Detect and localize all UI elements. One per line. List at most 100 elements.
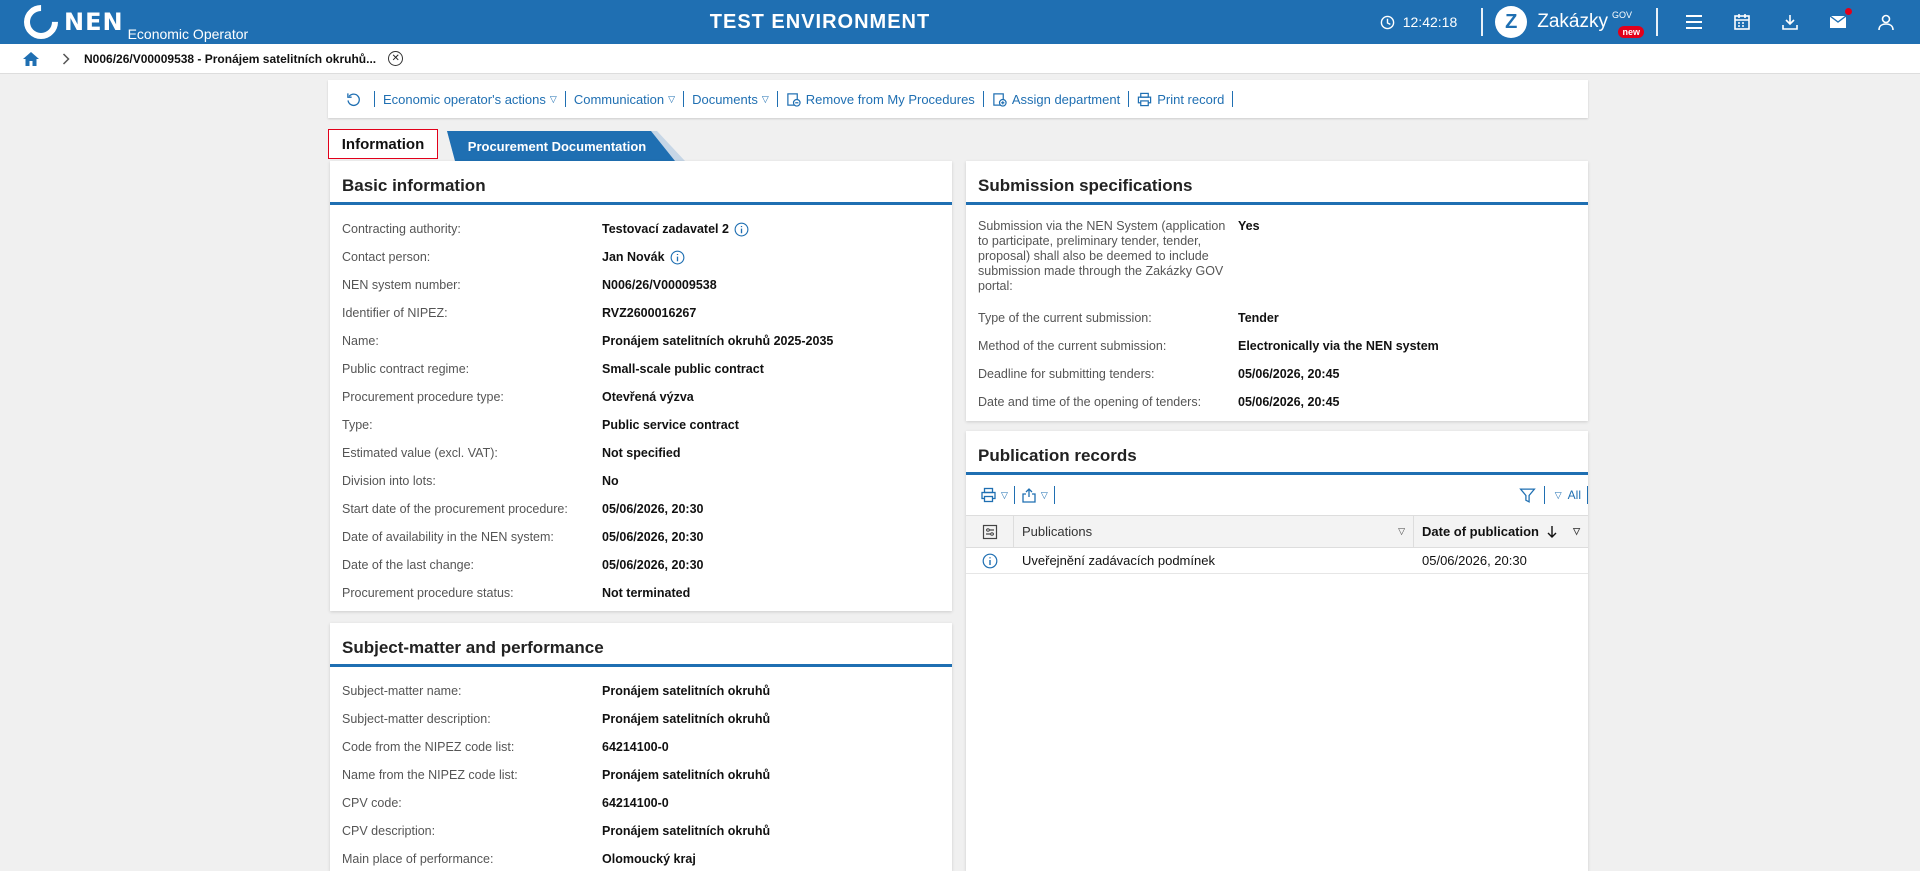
separator (1053, 486, 1055, 504)
info-row: NEN system number: N006/26/V00009538 (342, 271, 940, 299)
info-icon[interactable] (670, 250, 685, 265)
home-button[interactable] (22, 51, 40, 67)
field-label: Procurement procedure type: (342, 390, 504, 404)
calendar-button[interactable] (1718, 0, 1766, 44)
publication-records-panel: Publication records ▽ ▽ ▽ All Publicatio… (966, 431, 1588, 871)
info-row: Name: Pronájem satelitních okruhů 2025-20… (342, 327, 940, 355)
field-label: Division into lots: (342, 474, 436, 488)
column-header-date[interactable]: Date of publication ▽ (1414, 516, 1588, 548)
field-label: Method of the current submission: (978, 338, 1167, 353)
info-row: Submission via the NEN System (applicati… (978, 219, 1576, 304)
chevron-right-icon (62, 52, 70, 65)
column-label: Publications (1022, 524, 1093, 539)
refresh-icon (347, 92, 360, 106)
filter-all-dropdown[interactable]: ▽ All (1545, 488, 1587, 502)
print-record-button[interactable]: Print record (1129, 90, 1232, 108)
logo-subtitle: Economic Operator (127, 26, 249, 42)
info-row: Estimated value (excl. VAT): Not specifie… (342, 439, 940, 467)
info-row: Procurement procedure status: Not termina… (342, 579, 940, 607)
close-icon[interactable]: ✕ (388, 51, 404, 66)
info-row: Procurement procedure type: Otevřená výzv… (342, 383, 940, 411)
caret-down-icon[interactable]: ▽ (1398, 526, 1405, 537)
field-label: Type of the current submission: (978, 310, 1152, 325)
notification-dot (1845, 8, 1852, 15)
column-settings-icon (982, 524, 997, 539)
eo-actions-dropdown[interactable]: Economic operator's actions ▽ (375, 90, 565, 108)
field-label: Type: (342, 418, 373, 432)
field-label: NEN system number: (342, 278, 461, 292)
printer-icon (981, 487, 996, 503)
column-label: Date of publication (1422, 524, 1539, 539)
sort-descending-icon[interactable] (1545, 525, 1559, 539)
documents-label: Documents (692, 91, 758, 107)
field-label: Subject-matter name: (342, 684, 462, 698)
info-row: Contracting authority: Testovací zadavate… (342, 215, 940, 243)
caret-down-icon: ▽ (1040, 489, 1048, 500)
field-value: 05/06/2026, 20:30 (602, 502, 704, 516)
zakazky-gov-link[interactable]: Z Zakázky GOV new (1495, 6, 1644, 38)
tab-information[interactable]: Information (328, 129, 438, 159)
info-row: Subject-matter description: Pronájem sate… (342, 705, 940, 733)
user-button[interactable] (1862, 0, 1910, 44)
tab-procurement-documentation[interactable]: Procurement Documentation (447, 131, 685, 161)
subject-matter-panel: Subject-matter and performance Subject-m… (330, 623, 952, 871)
panel-title: Submission specifications (966, 161, 1588, 205)
column-header-publications[interactable]: Publications ▽ (1014, 515, 1414, 548)
info-row: Identifier of NIPEZ: RVZ2600016267 (342, 299, 940, 327)
download-button[interactable] (1766, 0, 1814, 44)
eo-actions-label: Economic operator's actions (383, 91, 546, 107)
export-dropdown[interactable]: ▽ (1015, 487, 1054, 503)
field-value: Testovací zadavatel 2 (602, 222, 729, 236)
assign-department-label: Assign department (1011, 91, 1121, 107)
field-value: 05/06/2026, 20:30 (602, 530, 704, 544)
row-info-button[interactable] (966, 553, 1014, 569)
submission-specifications-panel: Submission specifications Submission via… (966, 161, 1588, 421)
info-icon[interactable] (734, 222, 749, 237)
filter-button[interactable] (1511, 487, 1544, 504)
remove-document-icon (787, 92, 801, 107)
documents-dropdown[interactable]: Documents ▽ (684, 90, 777, 108)
info-row: Type: Public service contract (342, 411, 940, 439)
assign-department-button[interactable]: Assign department (984, 90, 1128, 108)
column-settings-button[interactable] (966, 515, 1014, 548)
field-label: Date of the last change: (342, 558, 475, 572)
field-value: Otevřená výzva (602, 390, 694, 404)
field-label: Deadline for submitting tenders: (978, 366, 1155, 381)
zakazky-logo-icon: Z (1495, 6, 1528, 38)
field-label: Estimated value (excl. VAT): (342, 446, 498, 460)
remove-procedure-button[interactable]: Remove from My Procedures (778, 90, 983, 108)
home-icon (23, 51, 39, 66)
caret-down-icon[interactable]: ▽ (1573, 526, 1580, 537)
field-label: Date of availability in the NEN system: (342, 530, 554, 544)
info-row: Start date of the procurement procedure:… (342, 495, 940, 523)
field-value: 64214100-0 (602, 740, 669, 754)
field-value: Pronájem satelitních okruhů (602, 684, 771, 698)
messages-button[interactable] (1814, 0, 1862, 44)
field-value: Not specified (602, 446, 681, 460)
field-value: Jan Novák (602, 250, 665, 264)
basic-information-panel: Basic information Contracting authority:… (330, 161, 952, 611)
publication-toolbar: ▽ ▽ ▽ All (966, 475, 1588, 515)
refresh-button[interactable] (338, 90, 374, 108)
field-label: Contact person: (342, 250, 431, 264)
info-row: Type of the current submission: Tender (978, 304, 1576, 332)
info-row: Main place of performance: Olomoucký kraj (342, 845, 940, 871)
field-value: Yes (1238, 219, 1260, 233)
field-label: Main place of performance: (342, 852, 494, 866)
caret-down-icon: ▽ (1001, 489, 1008, 500)
nen-logo[interactable]: NEN Economic Operator (16, 0, 249, 47)
export-icon (1022, 488, 1036, 503)
breadcrumb-current[interactable]: N006/26/V00009538 - Pronájem satelitních… (84, 52, 376, 66)
communication-dropdown[interactable]: Communication ▽ (566, 90, 683, 108)
menu-button[interactable] (1670, 0, 1718, 44)
field-label: Name from the NIPEZ code list: (342, 768, 518, 782)
table-row[interactable]: Uveřejnění zadávacích podmínek 05/06/202… (966, 548, 1588, 574)
field-value: 64214100-0 (602, 796, 669, 810)
field-value: Electronically via the NEN system (1238, 339, 1439, 353)
field-label: Procurement procedure status: (342, 586, 514, 600)
field-value: Pronájem satelitních okruhů (602, 712, 771, 726)
print-dropdown[interactable]: ▽ (974, 487, 1014, 503)
filter-all-label: All (1567, 488, 1581, 502)
field-value: Public service contract (602, 418, 739, 432)
field-label: Subject-matter description: (342, 712, 491, 726)
